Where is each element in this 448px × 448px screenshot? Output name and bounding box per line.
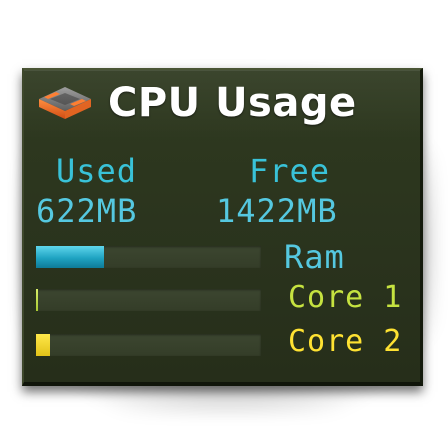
- core-1-usage-bar: [36, 289, 261, 311]
- widget-header: CPU Usage: [36, 80, 357, 126]
- core-2-label: Core 2: [288, 324, 403, 359]
- cpu-usage-widget: CPU Usage Used Free 622MB 1422MB Ram Cor…: [22, 68, 423, 386]
- ram-label: Ram: [284, 238, 345, 276]
- core-2-usage-fill: [36, 334, 50, 356]
- core-1-label: Core 1: [288, 280, 403, 315]
- free-memory-value: 1422MB: [216, 192, 338, 230]
- used-memory-value: 622MB: [36, 192, 138, 230]
- used-label: Used: [56, 152, 138, 190]
- free-label: Free: [249, 152, 331, 190]
- cpu-chip-icon: [39, 87, 91, 119]
- widget-stage: CPU Usage Used Free 622MB 1422MB Ram Cor…: [0, 0, 448, 448]
- widget-title: CPU Usage: [108, 80, 357, 126]
- ram-usage-fill: [36, 246, 104, 268]
- ram-usage-bar: [36, 246, 261, 268]
- core-1-usage-fill: [36, 289, 39, 311]
- core-2-usage-bar: [36, 334, 261, 356]
